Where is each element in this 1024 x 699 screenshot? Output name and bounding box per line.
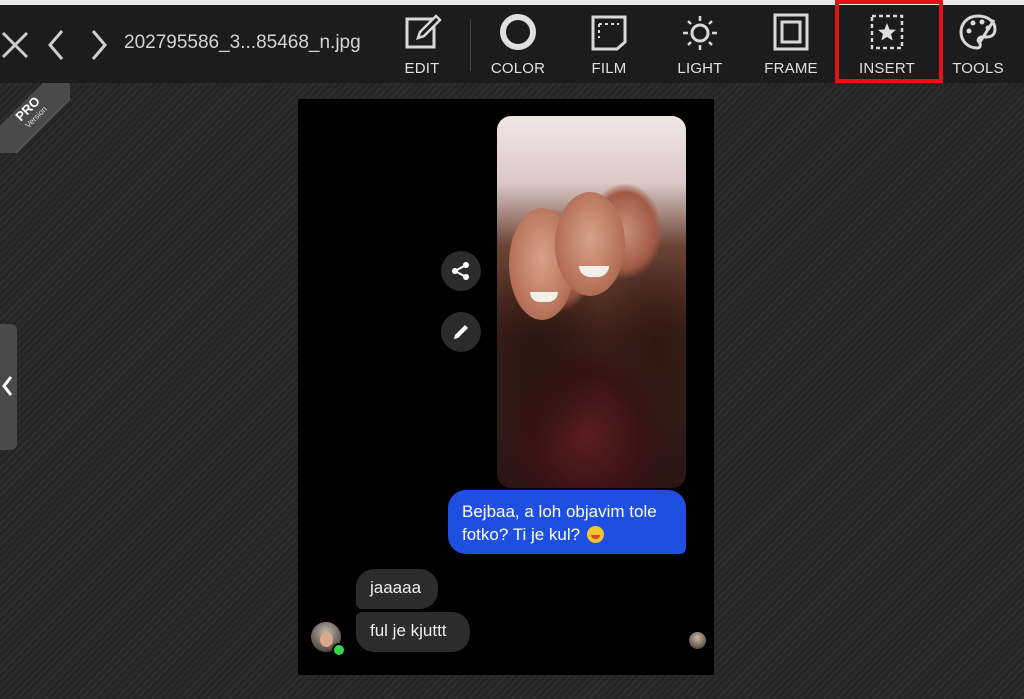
online-status-indicator	[332, 643, 346, 657]
star-frame-icon	[870, 14, 904, 50]
tool-frame[interactable]: FRAME	[748, 10, 834, 80]
share-icon	[452, 262, 469, 280]
chevron-left-icon	[2, 376, 13, 396]
top-toolbar: 202795586_3...85468_n.jpg EDIT COLOR FIL…	[0, 0, 1024, 83]
sent-message-text: Bejbaa, a loh objavim tole fotko? Ti je …	[462, 502, 657, 544]
tool-film-label: FILM	[591, 60, 627, 77]
pro-version-badge[interactable]: PRO Version	[0, 83, 70, 153]
frame-icon	[773, 13, 809, 51]
tool-color[interactable]: COLOR	[475, 10, 561, 80]
next-image-button[interactable]	[84, 23, 114, 63]
received-message-text: jaaaaa	[370, 578, 422, 597]
tool-color-label: COLOR	[490, 60, 546, 77]
tool-light[interactable]: LIGHT	[657, 10, 743, 80]
received-message-bubble: ful je kjuttt	[356, 612, 470, 652]
shared-photo	[497, 116, 686, 488]
photo-canvas[interactable]: Bejbaa, a loh objavim tole fotko? Ti je …	[298, 99, 714, 675]
tool-tools[interactable]: TOOLS	[935, 10, 1021, 80]
close-icon	[1, 31, 29, 59]
tool-edit[interactable]: EDIT	[379, 10, 465, 80]
tool-insert-label: INSERT	[859, 60, 915, 77]
edit-icon	[405, 14, 442, 49]
pencil-icon	[454, 325, 468, 339]
toolbar-divider	[470, 19, 471, 71]
received-message-text: ful je kjuttt	[370, 621, 447, 640]
chevron-left-icon	[48, 30, 64, 60]
seen-avatar	[689, 632, 706, 649]
sent-message-bubble: Bejbaa, a loh objavim tole fotko? Ti je …	[448, 490, 686, 554]
received-message-bubble: jaaaaa	[356, 569, 438, 609]
tool-edit-label: EDIT	[404, 60, 440, 77]
palette-icon	[959, 14, 997, 50]
close-button[interactable]	[0, 23, 30, 63]
color-circle-icon	[500, 14, 536, 50]
previous-image-button[interactable]	[42, 23, 72, 63]
avatar-face	[320, 632, 333, 647]
side-panel-toggle[interactable]	[0, 324, 17, 450]
tool-film[interactable]: FILM	[566, 10, 652, 80]
tool-insert[interactable]: INSERT	[844, 10, 930, 80]
file-name: 202795586_3...85468_n.jpg	[124, 32, 361, 53]
film-icon	[591, 15, 627, 51]
hug-emoji-icon	[586, 526, 604, 543]
share-button[interactable]	[441, 251, 481, 291]
tool-tools-label: TOOLS	[952, 60, 1004, 77]
photo-face-right	[555, 192, 625, 296]
tool-frame-label: FRAME	[764, 60, 818, 77]
tool-light-label: LIGHT	[677, 60, 723, 77]
sun-icon	[683, 16, 717, 50]
edit-pencil-button[interactable]	[441, 312, 481, 352]
pro-ribbon-band: PRO Version	[0, 83, 70, 153]
chevron-right-icon	[91, 30, 107, 60]
